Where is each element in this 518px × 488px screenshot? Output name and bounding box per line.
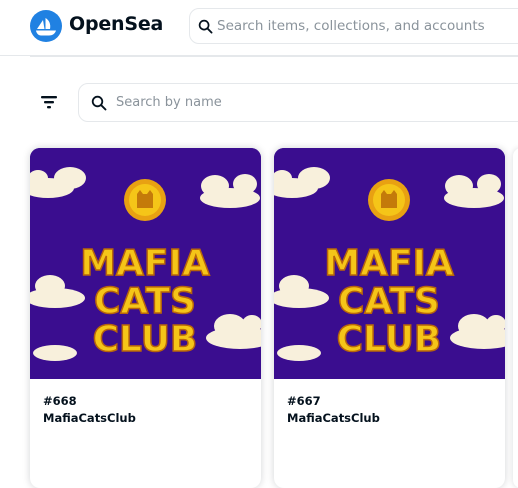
nft-number: #668 xyxy=(43,394,77,408)
art-line-3: CLUB xyxy=(337,319,442,360)
opensea-logo-icon[interactable] xyxy=(30,10,62,42)
nft-card[interactable]: MAFIA CATS CLUB #667 MafiaCatsClub xyxy=(274,148,505,488)
global-search-box[interactable] xyxy=(189,8,518,44)
search-icon xyxy=(91,95,107,111)
nft-collection-name[interactable]: MafiaCatsClub xyxy=(43,411,136,425)
nft-card-partial[interactable] xyxy=(513,148,518,488)
global-search-input[interactable] xyxy=(217,9,517,43)
art-line-1: MAFIA xyxy=(80,243,210,284)
art-line-2: CATS xyxy=(338,281,440,322)
nft-collection-name[interactable]: MafiaCatsClub xyxy=(287,411,380,425)
search-icon xyxy=(198,19,213,34)
art-line-3: CLUB xyxy=(93,319,198,360)
art-line-2: CATS xyxy=(94,281,196,322)
nft-number: #667 xyxy=(287,394,321,408)
top-navigation-bar: OpenSea xyxy=(0,0,518,56)
filter-button[interactable] xyxy=(36,90,62,114)
brand-name[interactable]: OpenSea xyxy=(69,13,163,35)
art-line-1: MAFIA xyxy=(324,243,454,284)
filter-icon xyxy=(41,96,57,109)
nft-image[interactable]: MAFIA CATS CLUB xyxy=(274,148,505,379)
section-divider xyxy=(30,56,518,57)
nft-image[interactable]: MAFIA CATS CLUB xyxy=(30,148,261,379)
nft-card[interactable]: MAFIA CATS CLUB #668 MafiaCatsClub xyxy=(30,148,261,488)
name-search-box[interactable] xyxy=(78,83,518,122)
name-search-input[interactable] xyxy=(116,84,496,121)
